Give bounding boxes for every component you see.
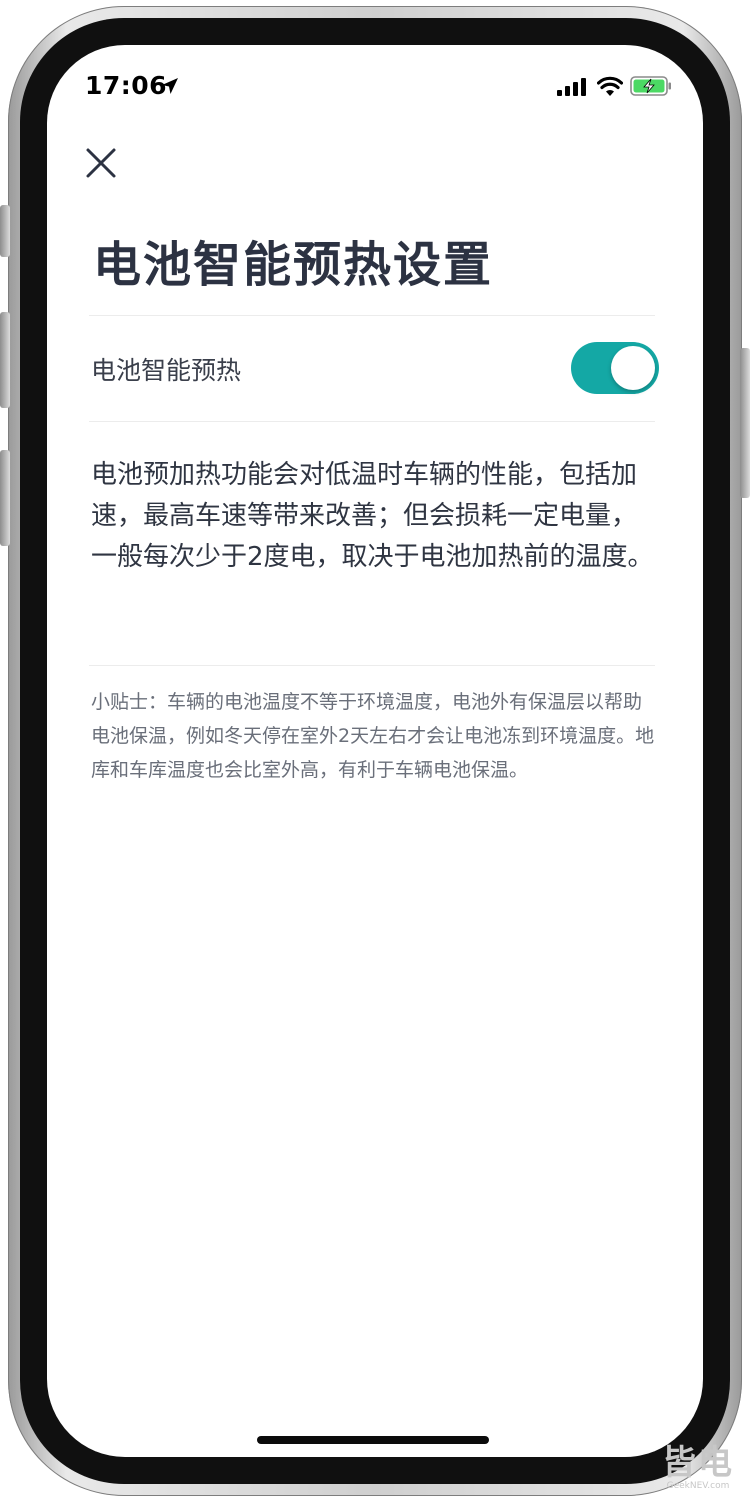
setting-label: 电池智能预热 bbox=[91, 356, 242, 385]
mute-switch bbox=[0, 205, 10, 257]
home-indicator[interactable] bbox=[257, 1436, 489, 1444]
divider-bottom bbox=[89, 665, 655, 666]
page-title: 电池智能预热设置 bbox=[93, 237, 494, 293]
battery-charging-icon bbox=[630, 76, 671, 96]
wifi-icon bbox=[597, 76, 623, 96]
cellular-signal-icon bbox=[557, 78, 586, 96]
close-icon[interactable] bbox=[81, 143, 121, 183]
status-time: 17:06 bbox=[85, 71, 168, 100]
toggle-knob bbox=[611, 346, 655, 390]
battery-preheat-setting-row: 电池智能预热 bbox=[89, 317, 659, 421]
battery-preheat-toggle[interactable] bbox=[571, 342, 659, 394]
screenshot-canvas: 17:06 电池智能预热设置 电池智能预热 电池预加热功能会对低温时车辆的性能，… bbox=[0, 0, 750, 1501]
tip-text: 小贴士：车辆的电池温度不等于环境温度，电池外有保温层以帮助电池保温，例如冬天停在… bbox=[91, 691, 655, 781]
power-button bbox=[740, 348, 750, 498]
status-bar: 17:06 bbox=[47, 45, 703, 125]
watermark-subtext: GeekNEV.com bbox=[666, 1481, 730, 1491]
watermark-logo: 皆电 GeekNEV.com bbox=[662, 1445, 734, 1491]
divider-middle bbox=[89, 421, 655, 422]
divider-top bbox=[89, 315, 655, 316]
feature-description: 电池预加热功能会对低温时车辆的性能，包括加速，最高车速等带来改善；但会损耗一定电… bbox=[91, 460, 654, 572]
location-arrow-icon bbox=[162, 78, 178, 94]
phone-screen: 17:06 电池智能预热设置 电池智能预热 电池预加热功能会对低温时车辆的性能，… bbox=[47, 45, 703, 1457]
volume-down-button bbox=[0, 450, 10, 546]
watermark-text: 皆电 bbox=[662, 1443, 734, 1483]
volume-up-button bbox=[0, 312, 10, 408]
